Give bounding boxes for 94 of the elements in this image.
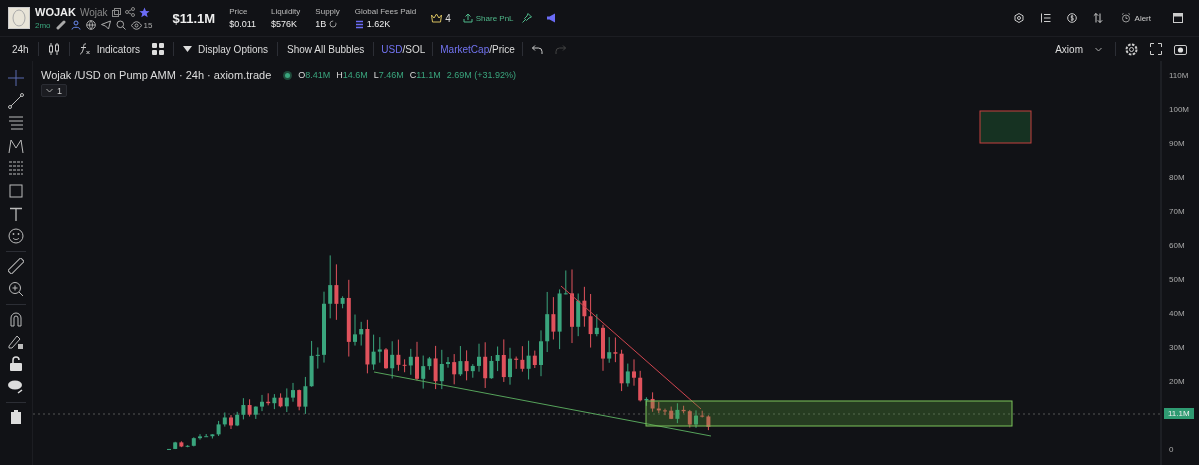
display-options-button[interactable]: Display Options: [177, 43, 275, 55]
dollar-circle-icon[interactable]: [1066, 13, 1077, 23]
stat-value: 1.62K: [366, 19, 391, 29]
trendline-icon[interactable]: [8, 92, 24, 109]
alarm-clock-icon: [1120, 13, 1131, 23]
stat-value: $0.011: [229, 19, 256, 29]
show-bubbles-button[interactable]: Show All Bubbles: [281, 43, 371, 55]
token-age: 2mo: [35, 20, 51, 30]
list-icon[interactable]: [1039, 13, 1051, 23]
axis-label: 80M: [1169, 173, 1185, 182]
crown-icon: [431, 13, 443, 23]
settings-icon[interactable]: [1125, 42, 1138, 56]
eye-icon: [130, 20, 142, 30]
metric-option[interactable]: MarketCap: [440, 43, 490, 55]
grid-icon[interactable]: [152, 43, 165, 55]
range-box[interactable]: [645, 400, 1013, 427]
watcher-count: 15: [143, 20, 153, 30]
stat-value: $576K: [271, 19, 297, 29]
rectangle-icon[interactable]: [8, 182, 24, 199]
share-icon[interactable]: [124, 7, 135, 17]
search-icon[interactable]: [115, 20, 126, 30]
interval-button[interactable]: 24h: [6, 43, 35, 55]
separator-slash: /: [402, 43, 406, 55]
parallel-lines-icon[interactable]: [8, 115, 24, 132]
separator-slash: /: [489, 43, 492, 55]
pencil-lock-icon[interactable]: [8, 333, 24, 350]
axis-label: 40M: [1169, 309, 1185, 318]
function-icon: [78, 43, 91, 55]
axis-label: 100M: [1169, 105, 1189, 114]
layout-dropdown[interactable]: Axiom: [1049, 43, 1108, 55]
chart-title: Wojak /USD on Pump AMM · 24h · axiom.trade: [41, 69, 272, 81]
globe-icon[interactable]: [85, 20, 96, 30]
support-trendline[interactable]: [373, 371, 712, 437]
stat-value: 1B: [315, 19, 327, 29]
indicators-button[interactable]: Indicators: [72, 43, 147, 55]
undo-icon[interactable]: [531, 44, 543, 54]
axis-label: 30M: [1169, 343, 1185, 352]
currency-option[interactable]: USD: [381, 43, 403, 55]
lock-icon[interactable]: [8, 356, 24, 373]
refresh-icon: [329, 20, 338, 28]
ohlc-value: O8.41M: [298, 70, 331, 80]
crown-count: 4: [445, 12, 451, 24]
megaphone-icon[interactable]: [545, 13, 557, 23]
share-pnl-button[interactable]: Share PnL: [462, 13, 514, 23]
chevron-icon: [1095, 46, 1102, 52]
stat-label: Global Fees Paid: [354, 7, 417, 16]
send-icon[interactable]: [100, 20, 111, 30]
stat-label: Supply: [315, 7, 340, 16]
ohlc-value: C11.1M: [409, 70, 441, 80]
pattern-icon[interactable]: [8, 137, 24, 154]
trash-icon[interactable]: [8, 409, 24, 426]
magnet-icon[interactable]: [8, 311, 24, 328]
metric-option[interactable]: Price: [491, 43, 515, 55]
alert-button[interactable]: Alert: [1120, 13, 1151, 23]
axis-label: 50M: [1169, 275, 1185, 284]
currency-option[interactable]: SOL: [405, 43, 426, 55]
token-avatar: [8, 7, 30, 29]
camera-icon[interactable]: [1174, 43, 1187, 55]
stat-label: Liquidity: [271, 7, 301, 16]
token-ticker: WOJAK: [35, 6, 76, 18]
text-icon[interactable]: [8, 205, 24, 222]
axis-label: 110M: [1169, 71, 1189, 80]
ohlc-value: H14.6M: [336, 70, 368, 80]
axis-label: 90M: [1169, 139, 1185, 148]
current-price-label: 11.1M: [1164, 408, 1194, 419]
resistance-trendline[interactable]: [560, 285, 702, 410]
axis-label: 60M: [1169, 241, 1185, 250]
upload-icon: [462, 13, 473, 23]
ruler-lines-icon[interactable]: [8, 160, 24, 177]
fullscreen-icon[interactable]: [1150, 43, 1162, 55]
axis-label: 70M: [1169, 207, 1185, 216]
emoji-icon[interactable]: [8, 228, 24, 245]
axis-label: 20M: [1169, 377, 1185, 386]
indicator-collapse-button[interactable]: 1: [41, 84, 67, 97]
sort-icon[interactable]: [1092, 13, 1103, 23]
person-icon[interactable]: [70, 20, 81, 30]
ruler-icon[interactable]: [8, 258, 24, 275]
price-change: 2.69M (+31.92%): [446, 70, 516, 80]
star-icon[interactable]: [138, 6, 150, 18]
zoom-in-icon[interactable]: [8, 280, 24, 297]
axis-label: 0: [1169, 445, 1174, 454]
stat-label: Price: [229, 7, 249, 16]
ohlc-value: L7.46M: [373, 70, 404, 80]
pin-icon[interactable]: [521, 13, 532, 23]
panel-icon[interactable]: [1173, 13, 1183, 23]
status-dot-icon: [283, 70, 293, 80]
candles-icon[interactable]: [47, 43, 60, 55]
token-name: Wojak: [79, 6, 108, 18]
chevron-icon: [46, 88, 53, 93]
caret-icon: [183, 46, 193, 52]
coin-icon: [354, 19, 364, 29]
copy-icon[interactable]: [111, 7, 121, 17]
market-cap: $11.1M: [172, 10, 216, 26]
settings-icon[interactable]: [1013, 13, 1024, 23]
